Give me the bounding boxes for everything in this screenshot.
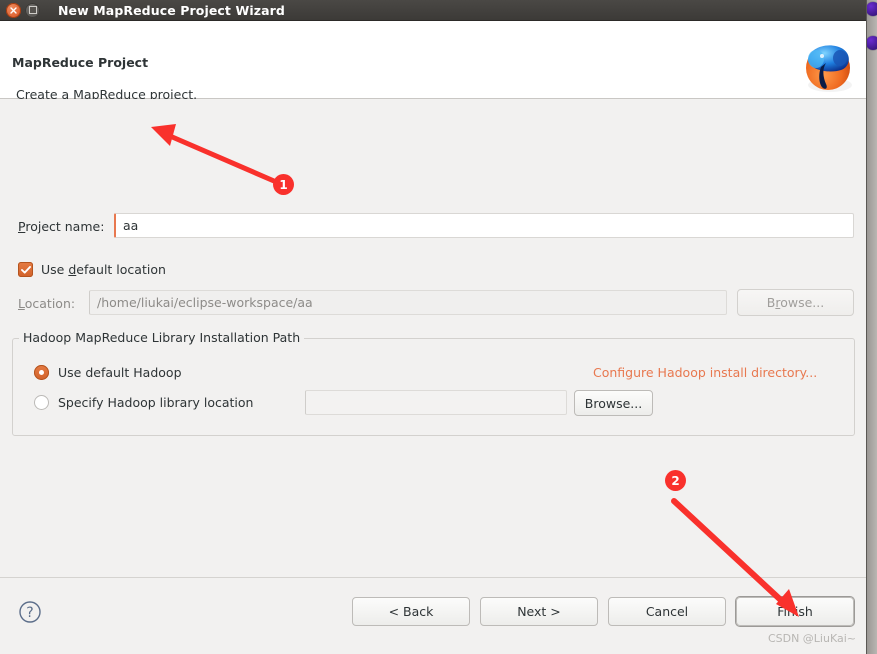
new-mapreduce-project-wizard-window: New MapReduce Project Wizard MapReduce P… [0,0,866,654]
wizard-footer-buttons: < Back Next > Cancel Finish [352,597,854,626]
wizard-body: Project name: Use default location Locat… [0,99,866,577]
project-name-label-text: roject name: [25,219,105,234]
window-title: New MapReduce Project Wizard [58,2,285,18]
browse-location-label: Browse... [766,295,825,310]
svg-text:?: ? [26,605,33,621]
page-title: MapReduce Project [12,55,149,70]
use-default-location-label: Use default location [41,262,166,277]
radio-use-default-hadoop-label: Use default Hadoop [58,365,182,380]
finish-button[interactable]: Finish [736,597,854,626]
use-default-location-checkbox[interactable]: Use default location [18,262,166,277]
checkbox-checked-icon[interactable] [18,262,33,277]
browse-hadoop-library-button[interactable]: Browse... [574,390,653,416]
close-glyph [10,6,17,14]
help-icon[interactable]: ? [18,600,42,624]
location-value: /home/liukai/eclipse-workspace/aa [97,295,313,310]
maximize-icon[interactable] [25,2,40,18]
configure-hadoop-install-directory-link[interactable]: Configure Hadoop install directory... [593,365,817,380]
wizard-header: MapReduce Project Create a MapReduce pro… [0,21,866,102]
checkmark-glyph [20,265,31,274]
project-name-input[interactable] [114,213,854,238]
radio-unselected-icon[interactable] [34,395,49,410]
back-button-label: < Back [388,604,434,619]
back-button[interactable]: < Back [352,597,470,626]
radio-specify-hadoop-library-label: Specify Hadoop library location [58,395,254,410]
radio-specify-hadoop-library[interactable]: Specify Hadoop library location [34,395,253,410]
location-label: Location: [18,296,76,311]
radio-use-default-hadoop[interactable]: Use default Hadoop [34,365,182,380]
cancel-button-label: Cancel [645,604,689,619]
hadoop-library-path-input[interactable] [305,390,567,415]
hadoop-elephant-logo [806,45,852,92]
finish-button-label: Finish [777,604,813,619]
next-button[interactable]: Next > [480,597,598,626]
browse-hadoop-library-label: Browse... [584,395,643,411]
launcher-icon-2[interactable] [866,36,877,50]
cancel-button[interactable]: Cancel [608,597,726,626]
window-titlebar[interactable]: New MapReduce Project Wizard [0,0,866,21]
close-icon[interactable] [6,2,21,18]
browse-location-button[interactable]: Browse... [737,289,854,316]
hadoop-library-group-title: Hadoop MapReduce Library Installation Pa… [19,330,305,345]
watermark-text: CSDN @LiuKai~ [767,632,856,645]
launcher-icon-1[interactable] [866,2,877,16]
project-name-label: Project name: [18,219,105,234]
hadoop-library-group [12,338,855,436]
radio-selected-icon[interactable] [34,365,49,380]
maximize-glyph [28,6,37,14]
location-input: /home/liukai/eclipse-workspace/aa [89,290,727,315]
next-button-label: Next > [517,604,561,619]
